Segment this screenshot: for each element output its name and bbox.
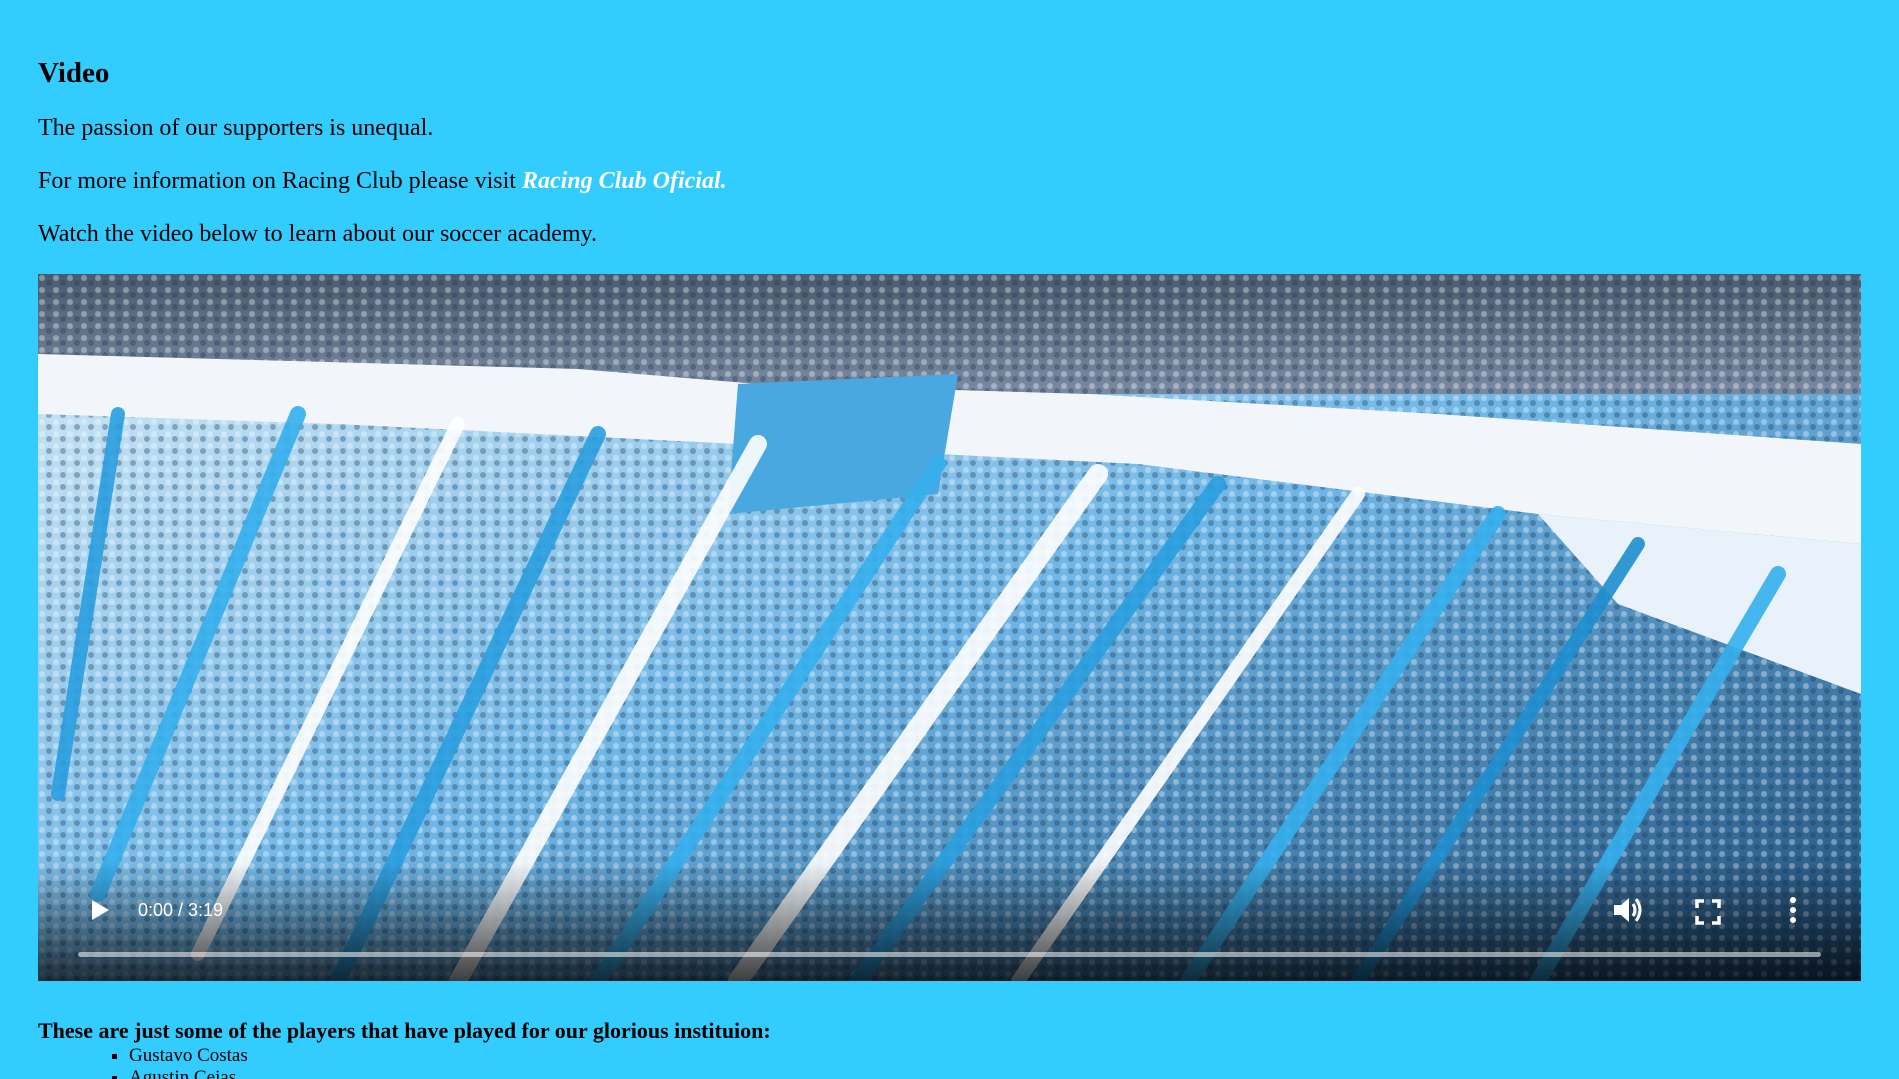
fullscreen-icon: [1695, 899, 1721, 925]
video-player[interactable]: 0:00 / 3:19: [38, 274, 1861, 981]
more-options-button[interactable]: [1781, 893, 1805, 927]
fullscreen-button[interactable]: [1693, 897, 1723, 927]
list-item: Gustavo Costas: [129, 1045, 248, 1067]
info-prefix: For more information on Racing Club plea…: [38, 168, 522, 194]
players-list: Gustavo Costas Agustin Cejas: [38, 1045, 248, 1079]
play-button[interactable]: [84, 895, 114, 925]
info-text: For more information on Racing Club plea…: [38, 166, 727, 196]
intro-text: The passion of our supporters is unequal…: [38, 115, 434, 141]
racing-club-link[interactable]: Racing Club Oficial.: [522, 168, 727, 194]
time-display: 0:00 / 3:19: [138, 900, 224, 920]
volume-icon: [1614, 898, 1642, 922]
watch-text: Watch the video below to learn about our…: [38, 221, 597, 247]
progress-bar[interactable]: [78, 952, 1821, 957]
play-icon: [92, 900, 109, 920]
page-title: Video: [38, 57, 110, 89]
volume-button[interactable]: [1611, 893, 1647, 927]
more-vertical-icon: [1790, 897, 1796, 923]
list-item: Agustin Cejas: [129, 1067, 248, 1079]
video-controls: 0:00 / 3:19: [38, 861, 1861, 981]
players-heading: These are just some of the players that …: [38, 1018, 771, 1043]
